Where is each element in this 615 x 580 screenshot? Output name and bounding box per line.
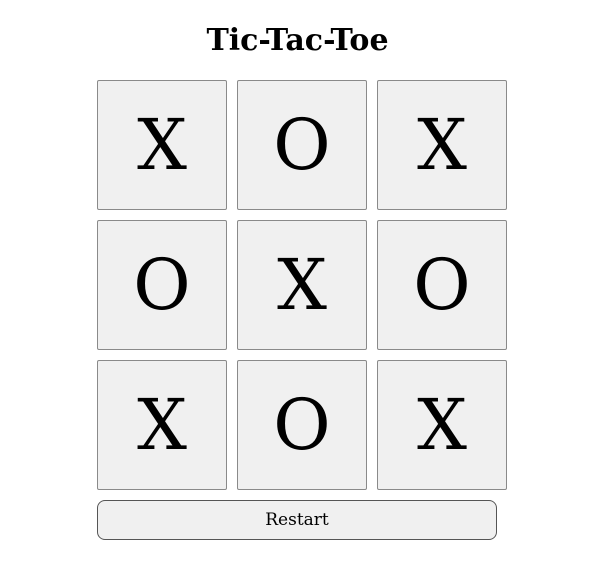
board-cell-3[interactable]: X [377, 80, 507, 210]
game-board: X O X O X O X O X [97, 80, 507, 490]
board-cell-8[interactable]: O [237, 360, 367, 490]
board-cell-5[interactable]: X [237, 220, 367, 350]
board-cell-1[interactable]: X [97, 80, 227, 210]
board-cell-6[interactable]: O [377, 220, 507, 350]
board-cell-7[interactable]: X [97, 360, 227, 490]
restart-button[interactable]: Restart [97, 500, 497, 540]
board-cell-4[interactable]: O [97, 220, 227, 350]
board-cell-2[interactable]: O [237, 80, 367, 210]
game-title: Tic-Tac-Toe [206, 23, 389, 58]
board-cell-9[interactable]: X [377, 360, 507, 490]
